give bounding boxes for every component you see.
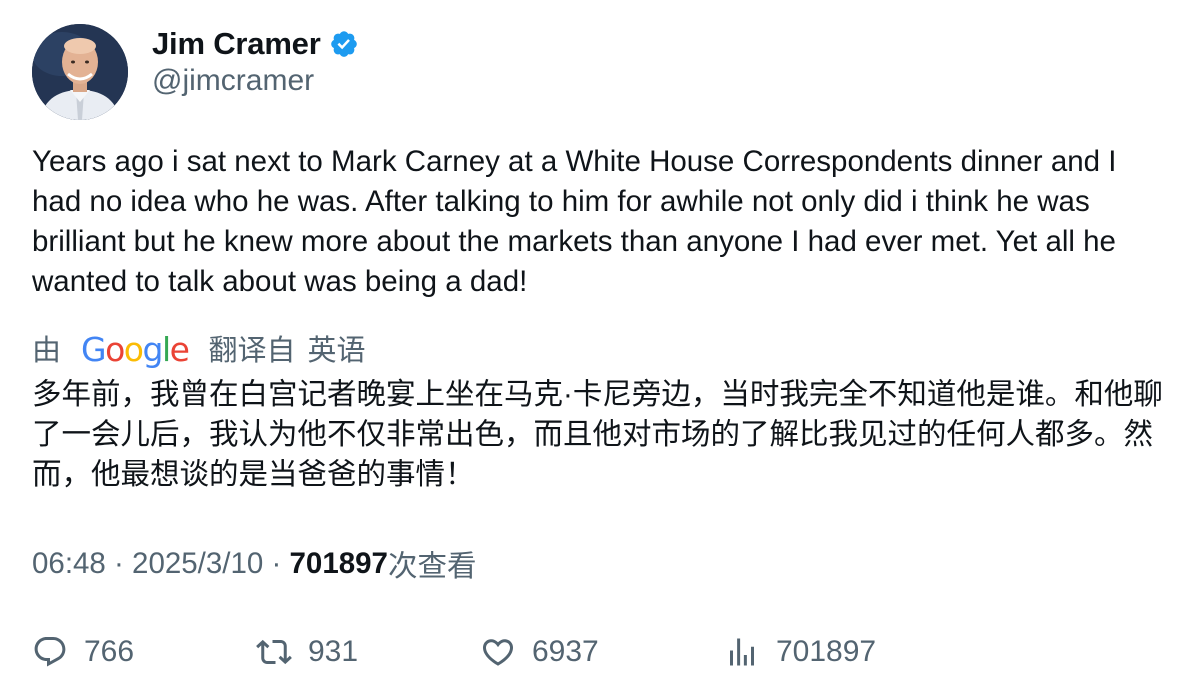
views-chart-icon: [730, 638, 754, 666]
retweet-button[interactable]: 931: [256, 630, 358, 674]
author-handle[interactable]: @jimcramer: [152, 64, 314, 98]
source-language: 英语: [307, 335, 366, 367]
reply-icon: [34, 637, 66, 667]
author-display-name[interactable]: Jim Cramer: [152, 26, 321, 62]
tweet-time[interactable]: 06:48: [32, 547, 106, 581]
meta-separator: ·: [263, 547, 290, 580]
retweet-icon: [256, 639, 292, 665]
translated-from-label: 翻译自: [208, 335, 296, 367]
heart-icon: [482, 639, 514, 666]
action-bar: 766 931 6937 701897: [32, 630, 1172, 674]
views-suffix: 次查看: [387, 550, 477, 583]
tweet-metadata: 06:48 · 2025/3/10 · 701897 次查看: [32, 544, 476, 584]
reply-count: 766: [84, 635, 135, 668]
views-count: 701897: [289, 547, 388, 580]
translated-text: 多年前，我曾在白宫记者晚宴上坐在马克·卡尼旁边，当时我完全不知道他是谁。和他聊了…: [32, 378, 1163, 491]
like-button[interactable]: 6937: [480, 630, 599, 674]
reply-button[interactable]: 766: [32, 630, 134, 674]
tweet-text: Years ago i sat next to Mark Carney at a…: [32, 145, 1117, 298]
meta-separator: ·: [105, 547, 133, 580]
retweet-count: 931: [308, 635, 359, 668]
views-action-count: 701897: [776, 635, 877, 668]
like-count: 6937: [532, 635, 599, 668]
translation-attribution[interactable]: 由 Google 翻译自 英语: [32, 327, 365, 369]
views-button[interactable]: 701897: [724, 630, 876, 674]
avatar[interactable]: [32, 24, 128, 120]
tweet-date[interactable]: 2025/3/10: [132, 547, 263, 581]
author-name-row: Jim Cramer: [152, 24, 359, 64]
translated-by-label: 由: [32, 335, 62, 367]
google-logo: Google: [81, 329, 190, 369]
verified-badge-icon[interactable]: [329, 29, 359, 59]
